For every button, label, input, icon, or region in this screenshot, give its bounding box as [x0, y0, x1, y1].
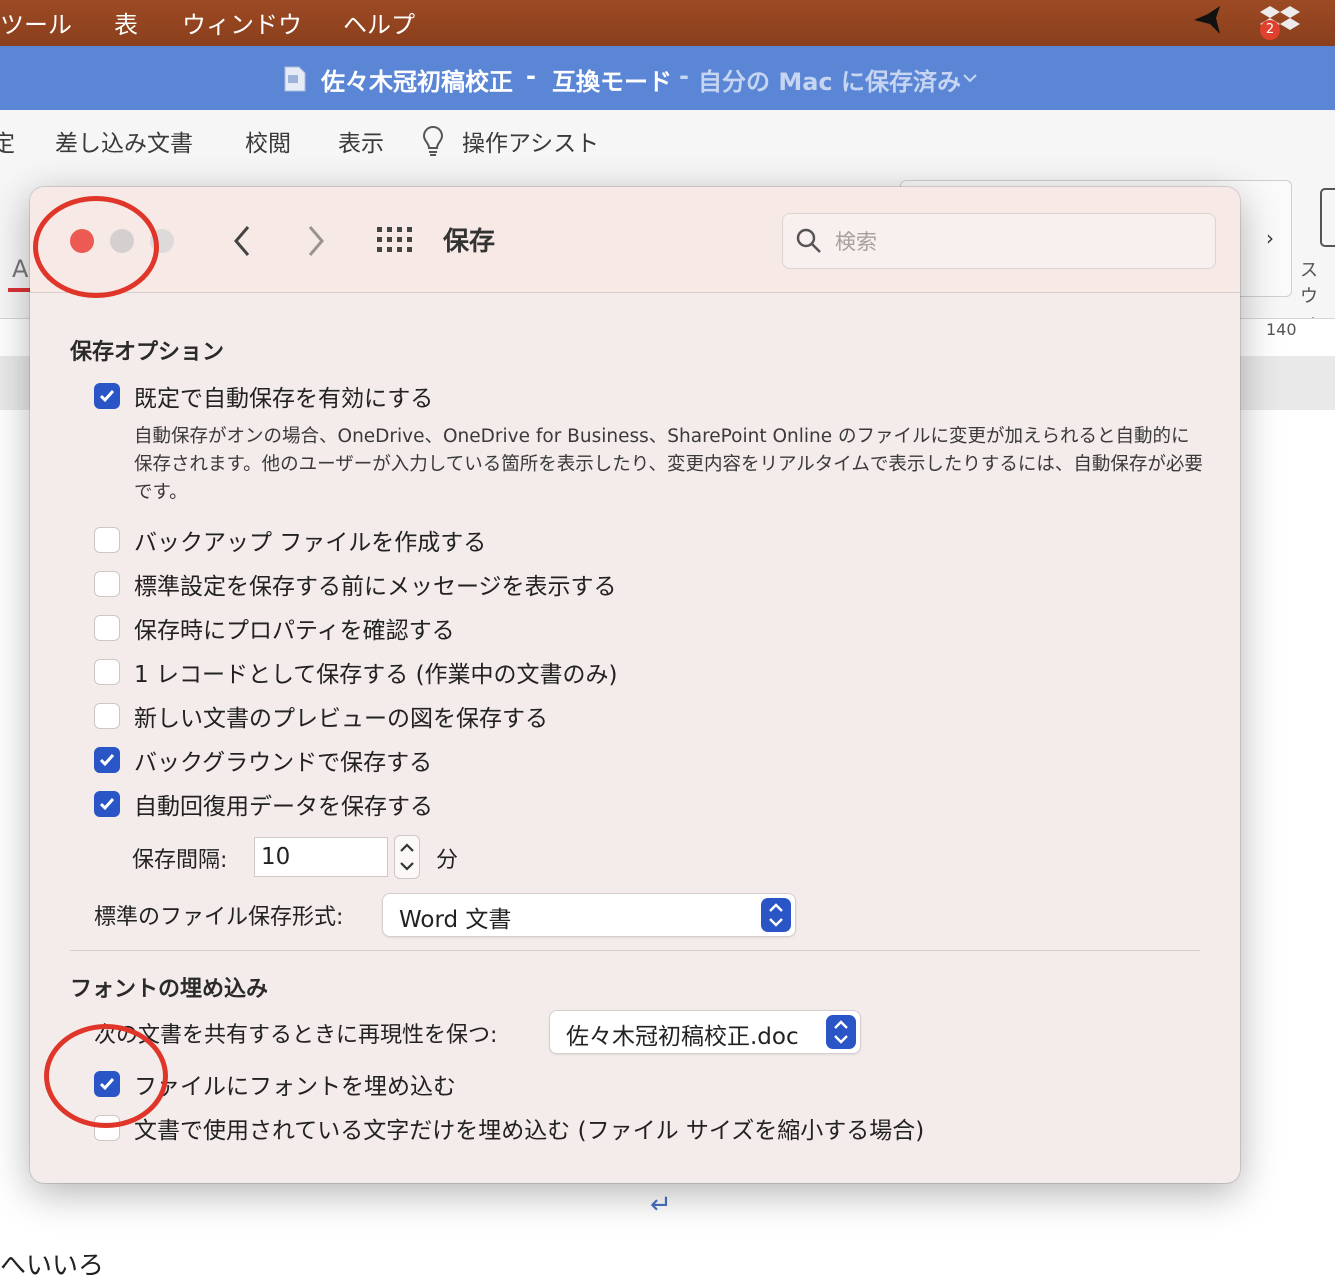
popup-chevron-icon — [826, 1015, 856, 1049]
option-label: バックグラウンドで保存する — [134, 750, 433, 776]
notification-badge: 2 — [1260, 20, 1280, 40]
paragraph-return-mark: ↵ — [650, 1190, 672, 1220]
menu-window[interactable]: ウィンドウ — [182, 5, 302, 40]
save-as-record-checkbox[interactable] — [94, 659, 120, 685]
prompt-properties-checkbox[interactable] — [94, 615, 120, 641]
default-format-label: 標準のファイル保存形式: — [94, 905, 344, 930]
lightbulb-icon — [422, 125, 444, 156]
option-label: 1 レコードとして保存する (作業中の文書のみ) — [134, 662, 618, 688]
document-name: 佐々木冠初稿校正 — [321, 68, 513, 96]
document-text: へいいろ — [0, 1251, 105, 1281]
save-status[interactable]: 自分の Mac に保存済み — [698, 62, 961, 97]
background-save-checkbox[interactable] — [94, 747, 120, 773]
option-label: 標準設定を保存する前にメッセージを表示する — [134, 574, 617, 600]
embed-subset-label: 文書で使用されている文字だけを埋め込む (ファイル サイズを縮小する場合) — [134, 1118, 925, 1144]
forward-arrow-icon[interactable] — [302, 221, 328, 261]
annotation-circle-traffic-lights — [33, 196, 159, 298]
default-format-value: Word 文書 — [399, 907, 512, 933]
search-box[interactable] — [782, 213, 1216, 269]
back-arrow-icon[interactable] — [230, 221, 256, 261]
search-icon — [796, 228, 821, 253]
font-embedding-heading: フォントの埋め込み — [70, 977, 269, 1002]
search-input[interactable] — [833, 224, 1207, 260]
show-all-grid-icon[interactable] — [377, 225, 413, 255]
autorecover-checkbox[interactable] — [94, 791, 120, 817]
menu-table[interactable]: 表 — [114, 5, 138, 40]
prompt-normal-checkbox[interactable] — [94, 571, 120, 597]
font-color-swatch — [8, 288, 30, 292]
tab-review[interactable]: 校閲 — [245, 124, 291, 158]
preview-picture-checkbox[interactable] — [94, 703, 120, 729]
tab-mailings[interactable]: 差し込み文書 — [55, 124, 193, 158]
title-separator: - — [526, 62, 536, 90]
fidelity-document-value: 佐々木冠初稿校正.doc — [566, 1024, 799, 1050]
fidelity-document-select[interactable]: 佐々木冠初稿校正.doc — [549, 1010, 861, 1054]
menu-help[interactable]: ヘルプ — [343, 5, 415, 40]
option-label: 自動回復用データを保存する — [134, 794, 433, 820]
autosave-checkbox[interactable] — [94, 383, 120, 409]
tab-view[interactable]: 表示 — [338, 124, 384, 158]
window-title-bar: 佐々木冠初稿校正 - 互換モード - 自分の Mac に保存済み — [0, 46, 1335, 110]
tab-tell-me[interactable]: 操作アシスト — [462, 124, 599, 158]
option-label: 保存時にプロパティを確認する — [134, 618, 455, 644]
dialog-toolbar: 保存 — [30, 187, 1240, 293]
dialog-title: 保存 — [443, 227, 496, 257]
save-preferences-dialog: 保存 保存オプション 既定で自動保存を有効にする 自動保存がオンの場合、OneD… — [30, 187, 1240, 1183]
embed-fonts-label: ファイルにフォントを埋め込む — [134, 1074, 456, 1100]
word-document-icon — [284, 66, 306, 92]
chevron-down-icon[interactable] — [962, 72, 978, 84]
bird-icon[interactable] — [1190, 4, 1226, 38]
autosave-description: 自動保存がオンの場合、OneDrive、OneDrive for Busines… — [134, 426, 1203, 503]
styles-pane-button[interactable] — [1320, 188, 1335, 247]
default-format-select[interactable]: Word 文書 — [382, 893, 796, 937]
save-options-heading: 保存オプション — [70, 340, 225, 365]
font-color-button[interactable]: A — [12, 255, 28, 283]
menu-tools[interactable]: ツール — [0, 5, 72, 40]
menu-bar: ツール 表 ウィンドウ ヘルプ 2 — [0, 0, 1335, 46]
ruler-number: 140 — [1266, 320, 1297, 339]
save-interval-stepper[interactable] — [394, 835, 420, 879]
title-separator-2: - — [679, 62, 689, 90]
tab-design[interactable]: 定 — [0, 124, 15, 158]
autosave-label: 既定で自動保存を有効にする — [134, 386, 434, 412]
option-label: 新しい文書のプレビューの図を保存する — [134, 706, 548, 732]
stepper-arrows-icon — [400, 843, 414, 871]
section-divider — [70, 950, 1200, 951]
save-interval-label: 保存間隔: — [132, 848, 228, 873]
backup-checkbox[interactable] — [94, 527, 120, 553]
gallery-next-arrow[interactable]: › — [1266, 226, 1274, 250]
save-interval-unit: 分 — [436, 848, 459, 873]
annotation-circle-embed-checkbox — [44, 1024, 168, 1128]
save-interval-input[interactable] — [254, 837, 388, 877]
popup-chevron-icon — [761, 898, 791, 932]
option-label: バックアップ ファイルを作成する — [134, 530, 487, 556]
compat-mode: 互換モード — [552, 68, 672, 96]
